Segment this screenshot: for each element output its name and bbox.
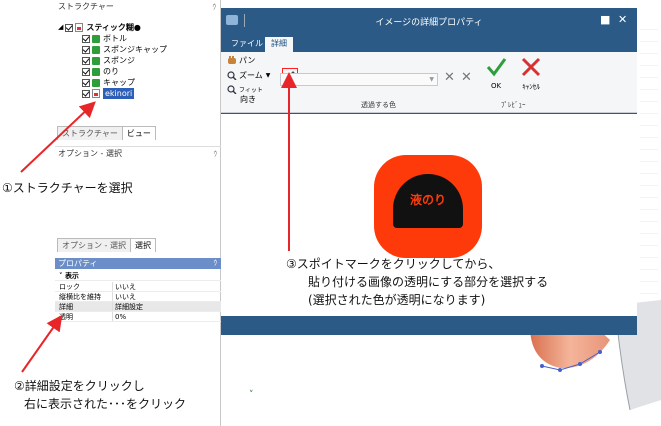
arrow-step2 <box>21 314 63 373</box>
annotation-arrows <box>20 72 297 373</box>
annotation-step3-line2: 貼り付ける画像の透明にする部分を選択する <box>308 275 549 289</box>
annotation-step3-line1: ③スポイトマークをクリックしてから、 <box>286 257 501 271</box>
arrow-step1 <box>20 101 96 173</box>
annotation-step2-line2: 右に表示された･･･をクリック <box>24 397 187 411</box>
annotation-step1: ①ストラクチャーを選択 <box>2 181 133 195</box>
annotation-step3-line3: (選択された色が透明になります) <box>308 293 486 307</box>
annotation-step2-line1: ②詳細設定をクリックし <box>14 379 145 393</box>
